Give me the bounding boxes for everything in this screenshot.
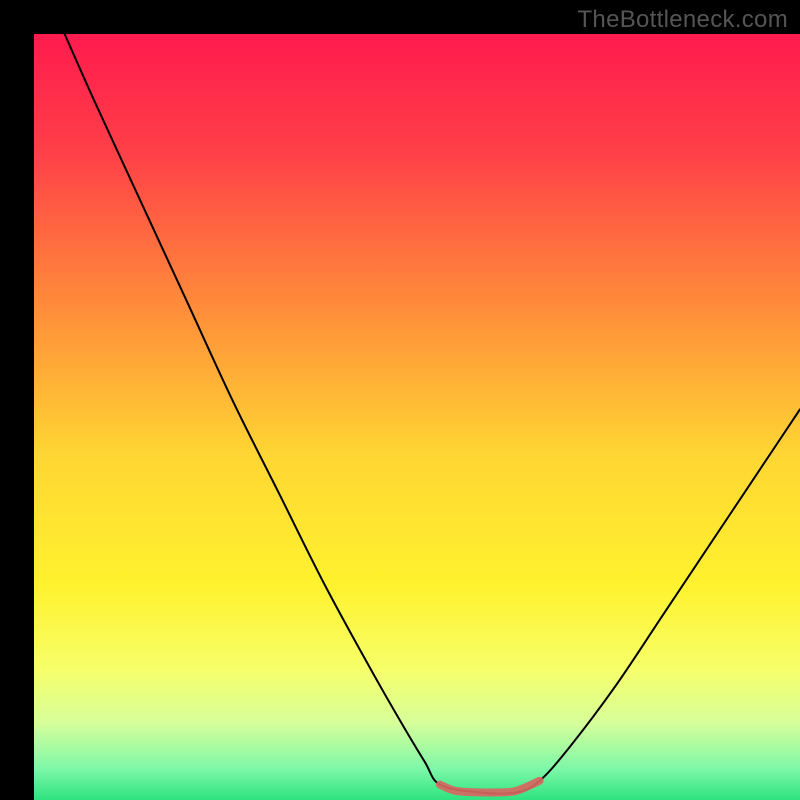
bottleneck-chart [0, 0, 800, 800]
chart-stage: TheBottleneck.com [0, 0, 800, 800]
gradient-background [34, 34, 800, 800]
watermark-text: TheBottleneck.com [577, 6, 788, 34]
